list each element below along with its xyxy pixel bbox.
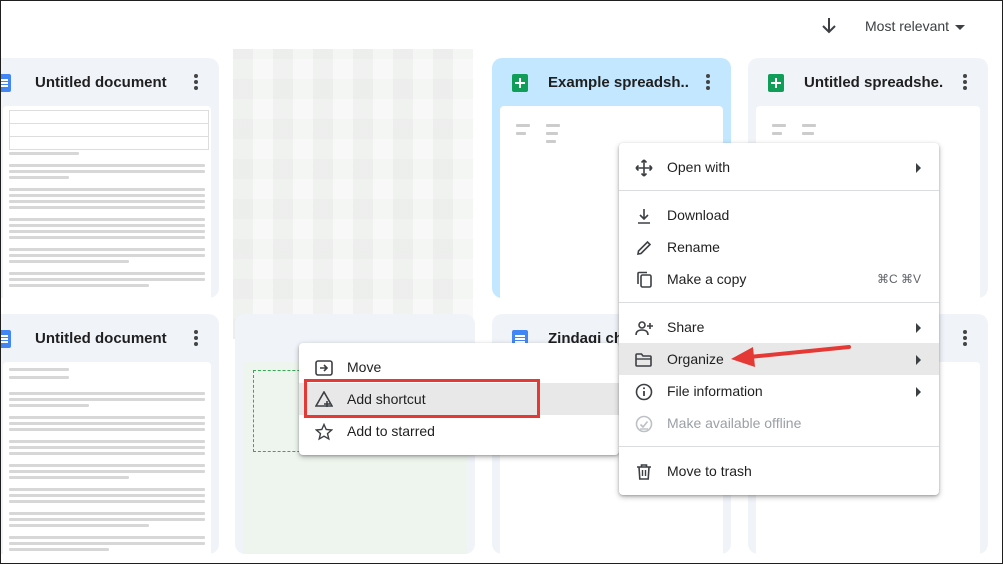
download-icon	[638, 209, 650, 224]
menu-divider	[619, 446, 939, 447]
card-header: Untitled document	[1, 58, 219, 106]
more-vert-icon[interactable]	[193, 72, 199, 92]
copy-icon	[637, 271, 652, 288]
info-icon	[635, 383, 653, 401]
drive-move-icon	[315, 360, 333, 376]
sort-dropdown-label[interactable]: Most relevant	[865, 18, 949, 34]
chevron-right-icon	[916, 163, 921, 173]
menu-item-make-a-copy[interactable]: Make a copy ⌘C ⌘V	[619, 263, 939, 295]
menu-item-label: Move	[347, 359, 382, 375]
menu-item-label: Share	[667, 319, 705, 335]
file-title: Untitled document	[35, 330, 167, 347]
menu-item-open-with[interactable]: Open with	[619, 151, 939, 183]
pencil-icon	[637, 240, 652, 255]
menu-item-move-to-trash[interactable]: Move to trash	[619, 455, 939, 487]
file-preview	[3, 106, 211, 298]
menu-item-label: Move to trash	[667, 463, 752, 479]
more-vert-icon[interactable]	[705, 72, 711, 92]
arrow-down-icon[interactable]	[819, 15, 839, 37]
menu-item-label: Download	[667, 207, 730, 223]
drive-window: Most relevant Untitled document Example …	[0, 0, 1003, 564]
sheets-icon	[768, 74, 784, 92]
menu-item-share[interactable]: Share	[619, 311, 939, 343]
context-menu: Open with Download Rename Make a copy ⌘C…	[619, 143, 939, 495]
file-preview	[3, 362, 211, 554]
menu-item-label: File information	[667, 383, 763, 399]
more-vert-icon[interactable]	[962, 328, 968, 348]
more-vert-icon[interactable]	[193, 328, 199, 348]
menu-item-label: Organize	[667, 351, 724, 367]
menu-item-make-available-offline: Make available offline	[619, 407, 939, 439]
menu-item-label: Make a copy	[667, 271, 747, 287]
folder-open-icon	[635, 353, 652, 367]
chevron-right-icon	[916, 323, 921, 333]
more-vert-icon[interactable]	[962, 72, 968, 92]
menu-divider	[619, 302, 939, 303]
file-card[interactable]: Untitled document	[1, 58, 219, 298]
menu-item-add-to-starred[interactable]: Add to starred	[299, 415, 619, 447]
star-icon	[315, 423, 333, 441]
annotation-arrow	[731, 345, 851, 367]
menu-item-label: Add to starred	[347, 423, 435, 439]
file-title: Untitled spreadshe...	[804, 74, 944, 91]
file-card[interactable]: Untitled document	[1, 314, 219, 554]
menu-item-download[interactable]: Download	[619, 199, 939, 231]
sheets-icon	[512, 74, 528, 92]
annotation-highlight-box	[304, 379, 540, 418]
card-header: Untitled spreadshe...	[748, 58, 988, 106]
card-header: Untitled document	[1, 314, 219, 362]
move-arrows-icon	[635, 159, 653, 177]
person-add-icon	[635, 321, 653, 336]
trash-icon	[637, 464, 651, 480]
chevron-right-icon	[916, 387, 921, 397]
sort-bar: Most relevant	[1, 1, 1002, 51]
keyboard-shortcut: ⌘C ⌘V	[876, 272, 921, 286]
menu-item-rename[interactable]: Rename	[619, 231, 939, 263]
menu-item-label: Rename	[667, 239, 720, 255]
file-title: Example spreadsh...	[548, 74, 688, 91]
blurred-card	[233, 49, 473, 339]
offline-check-icon	[635, 415, 653, 433]
card-header: Example spreadsh...	[492, 58, 731, 106]
email-chip-table	[9, 110, 209, 150]
menu-item-label: Make available offline	[667, 415, 802, 431]
chevron-right-icon	[916, 355, 921, 365]
file-title: Untitled document	[35, 74, 167, 91]
docs-icon	[1, 330, 11, 348]
chevron-down-icon[interactable]	[955, 25, 965, 30]
docs-icon	[1, 74, 11, 92]
menu-item-file-information[interactable]: File information	[619, 375, 939, 407]
menu-item-label: Open with	[667, 159, 731, 175]
menu-divider	[619, 190, 939, 191]
